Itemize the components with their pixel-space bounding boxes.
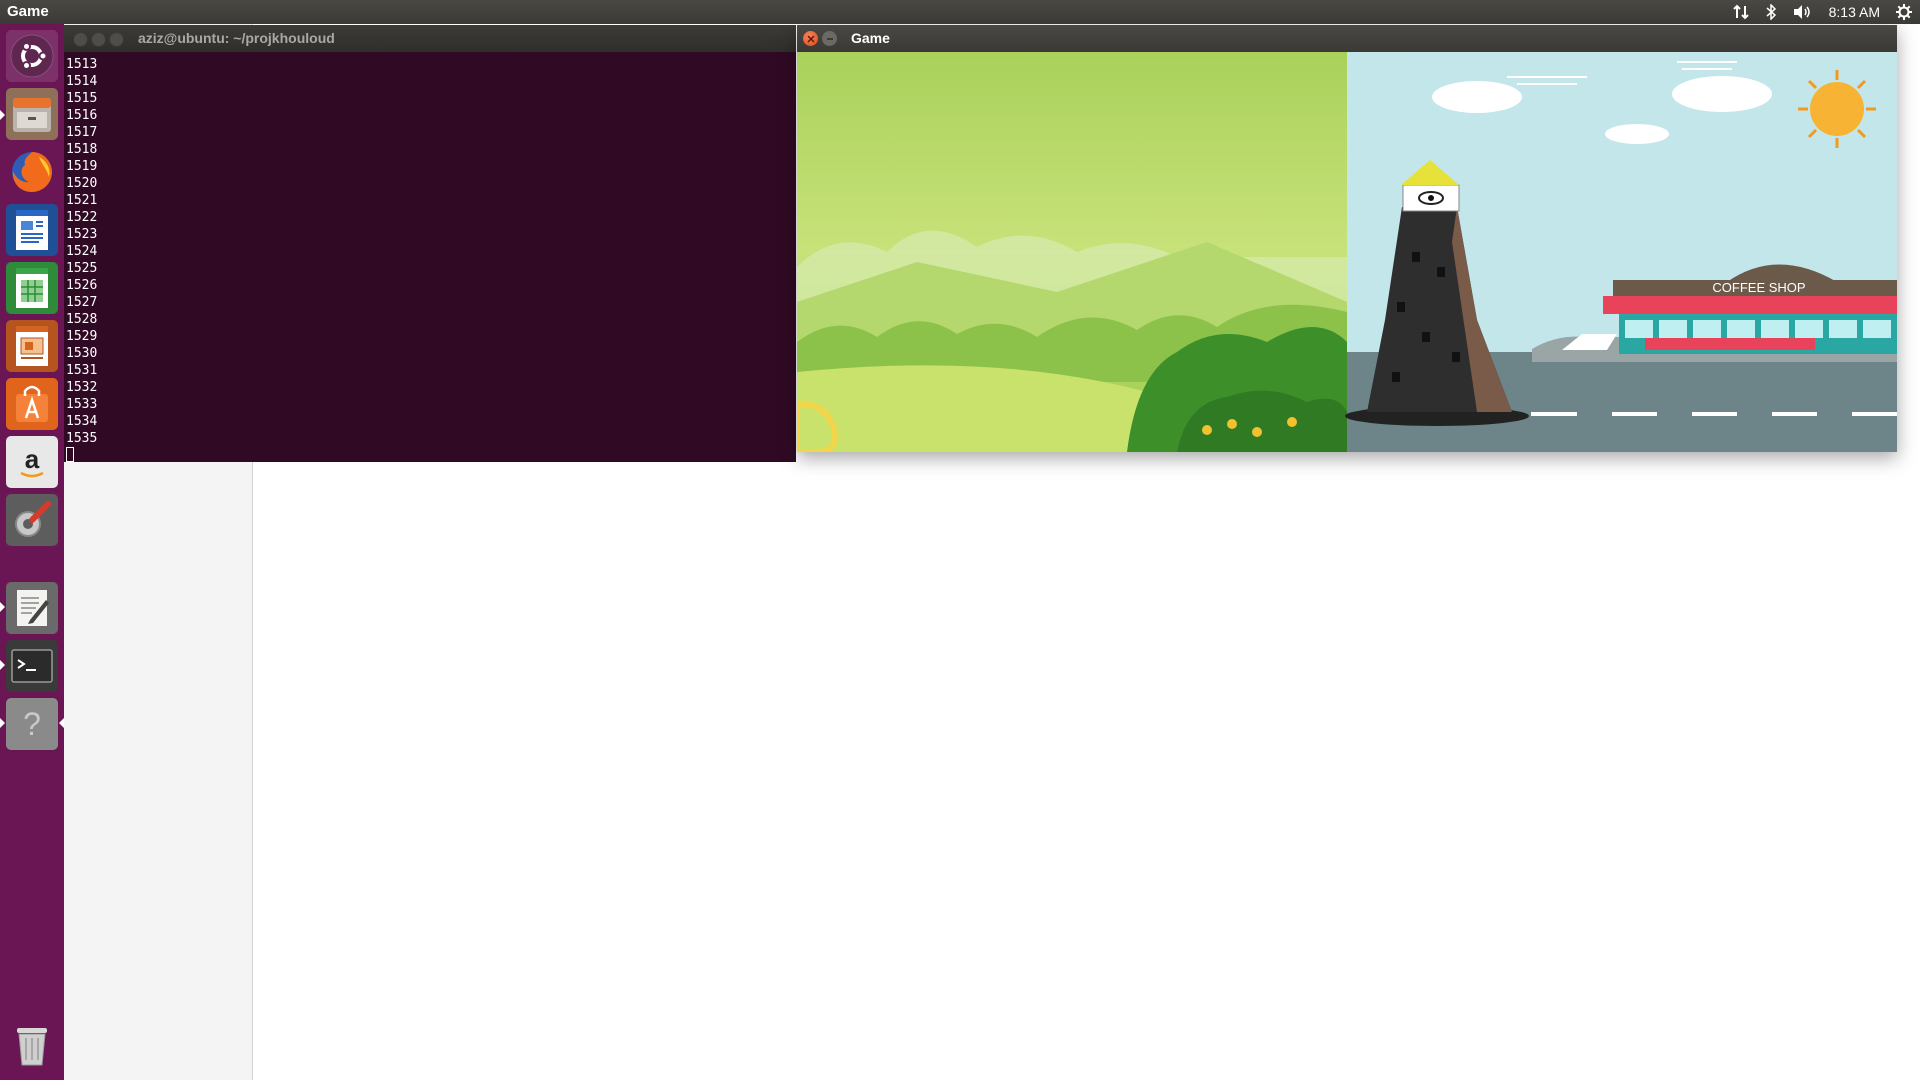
terminal-line: 1528 — [66, 312, 98, 327]
writer-launcher-button[interactable] — [6, 204, 58, 256]
active-app-name: Game — [7, 3, 49, 20]
terminal-icon — [10, 646, 54, 686]
game-minimize-button[interactable] — [822, 31, 837, 46]
trash-icon — [12, 1022, 52, 1068]
terminal-line: 1514 — [66, 74, 98, 89]
terminal-line: 1518 — [66, 142, 98, 157]
terminal-line: 1530 — [66, 346, 98, 361]
trash-launcher-button[interactable] — [6, 1019, 58, 1071]
game-close-button[interactable] — [803, 31, 818, 46]
terminal-cursor — [66, 447, 74, 462]
impress-presentation-icon — [12, 324, 52, 368]
settings-launcher-button[interactable] — [6, 494, 58, 546]
terminal-line: 1527 — [66, 295, 98, 310]
game-focused-indicator — [59, 718, 64, 728]
game-window[interactable]: Game COFFEE SHOP — [797, 25, 1897, 452]
terminal-line: 1522 — [66, 210, 98, 225]
terminal-output[interactable]: 1513 1514 1515 1516 1517 1518 1519 1520 1521 1522… — [64, 52, 796, 464]
coffee-shop-sign: COFFEE SHOP — [1712, 280, 1805, 295]
text-editor-running-indicator — [0, 602, 5, 612]
terminal-running-indicator — [0, 660, 5, 670]
calc-spreadsheet-icon — [12, 266, 52, 310]
terminal-line: 1526 — [66, 278, 98, 293]
game-title: Game — [851, 30, 890, 46]
volume-icon[interactable] — [1793, 4, 1813, 20]
amazon-icon: a — [12, 442, 52, 482]
question-mark-icon: ? — [12, 704, 52, 744]
terminal-line: 1529 — [66, 329, 98, 344]
writer-document-icon — [12, 208, 52, 252]
terminal-maximize-button[interactable] — [109, 32, 124, 47]
software-launcher-button[interactable] — [6, 378, 58, 430]
firefox-icon — [9, 149, 55, 195]
terminal-window[interactable]: aziz@ubuntu: ~/projkhouloud 1513 1514 1515… — [64, 25, 796, 462]
ubuntu-dash-button[interactable] — [6, 30, 58, 82]
settings-gear-icon[interactable] — [1896, 4, 1912, 20]
forest-background — [797, 52, 1347, 452]
terminal-line: 1520 — [66, 176, 98, 191]
terminal-line: 1516 — [66, 108, 98, 123]
settings-wrench-icon — [10, 498, 54, 542]
terminal-line: 1515 — [66, 91, 98, 106]
terminal-line: 1525 — [66, 261, 98, 276]
terminal-launcher-button[interactable] — [6, 640, 58, 692]
terminal-line: 1531 — [66, 363, 98, 378]
terminal-line: 1513 — [66, 57, 98, 72]
unknown-app-launcher-button[interactable]: ? — [6, 698, 58, 750]
svg-text:?: ? — [23, 706, 41, 742]
game-canvas[interactable]: COFFEE SHOP — [797, 52, 1897, 452]
game-running-indicator — [0, 718, 5, 728]
ubuntu-logo-icon — [10, 34, 54, 78]
calc-launcher-button[interactable] — [6, 262, 58, 314]
svg-text:a: a — [25, 444, 40, 474]
firefox-launcher-button[interactable] — [6, 146, 58, 198]
terminal-line: 1532 — [66, 380, 98, 395]
file-cabinet-icon — [10, 92, 54, 136]
terminal-line: 1524 — [66, 244, 98, 259]
terminal-line: 1519 — [66, 159, 98, 174]
clock[interactable]: 8:13 AM — [1829, 4, 1880, 20]
launcher: a ? — [0, 24, 64, 1080]
terminal-line: 1534 — [66, 414, 98, 429]
terminal-minimize-button[interactable] — [91, 32, 106, 47]
software-bag-icon — [12, 382, 52, 426]
text-editor-icon — [12, 586, 52, 630]
terminal-line: 1533 — [66, 397, 98, 412]
impress-launcher-button[interactable] — [6, 320, 58, 372]
terminal-line: 1517 — [66, 125, 98, 140]
top-panel: Game 8:13 AM — [0, 0, 1920, 24]
files-launcher-button[interactable] — [6, 88, 58, 140]
indicator-area: 8:13 AM — [1732, 0, 1912, 24]
terminal-prompt[interactable] — [66, 447, 796, 464]
bluetooth-icon[interactable] — [1765, 4, 1777, 20]
amazon-launcher-button[interactable]: a — [6, 436, 58, 488]
network-icon[interactable] — [1732, 4, 1749, 20]
game-titlebar[interactable]: Game — [797, 25, 1897, 52]
text-editor-launcher-button[interactable] — [6, 582, 58, 634]
terminal-title: aziz@ubuntu: ~/projkhouloud — [138, 30, 335, 46]
files-running-indicator — [0, 110, 5, 120]
terminal-line: 1521 — [66, 193, 98, 208]
terminal-titlebar[interactable]: aziz@ubuntu: ~/projkhouloud — [64, 25, 796, 52]
terminal-close-button[interactable] — [73, 32, 88, 47]
terminal-line: 1535 — [66, 431, 98, 446]
terminal-line: 1523 — [66, 227, 98, 242]
